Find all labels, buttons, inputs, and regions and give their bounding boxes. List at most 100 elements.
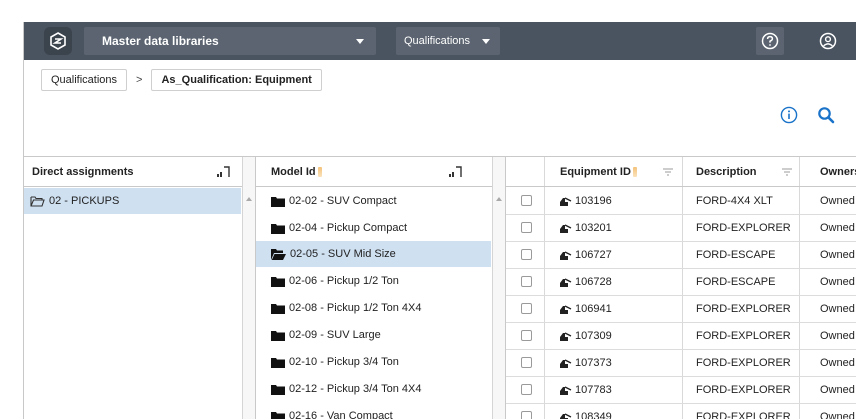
row-checkbox[interactable]: [521, 357, 532, 368]
folder-icon: [271, 303, 285, 314]
direct-assignments-header[interactable]: Direct assignments: [24, 157, 255, 187]
model-label: 02-06 - Pickup 1/2 Ton: [289, 275, 399, 287]
list-item[interactable]: 02-06 - Pickup 1/2 Ton: [256, 268, 491, 294]
description-cell: FORD-EXPLORER: [696, 303, 791, 315]
model-label: 02-02 - SUV Compact: [289, 195, 397, 207]
equipment-grid: Equipment ID Description Ownership 10319…: [506, 156, 856, 419]
app-selector-label: Master data libraries: [102, 34, 219, 48]
list-item[interactable]: 02-10 - Pickup 3/4 Ton: [256, 349, 491, 375]
ownership-header[interactable]: Ownership: [820, 157, 856, 187]
app-selector[interactable]: Master data libraries: [84, 27, 376, 55]
folder-icon: [271, 411, 285, 419]
description-cell: FORD-ESCAPE: [696, 249, 776, 261]
folder-icon: [271, 330, 285, 341]
user-icon: [819, 32, 837, 50]
table-row[interactable]: 107783 FORD-EXPLORER Owned: [506, 377, 856, 404]
list-item[interactable]: 02 - PICKUPS: [24, 188, 241, 214]
table-row[interactable]: 108349 FORD-EXPLORER Owned: [506, 404, 856, 419]
list-item[interactable]: 02-05 - SUV Mid Size: [256, 241, 491, 267]
equipment-icon: [560, 386, 572, 396]
equipment-id-cell: 106727: [560, 242, 612, 269]
breadcrumb: Qualifications > As_Qualification: Equip…: [41, 68, 322, 92]
assignments-scrollbar[interactable]: [242, 157, 255, 419]
ownership-cell: Owned: [820, 276, 855, 288]
logo-icon[interactable]: [44, 27, 72, 55]
folder-open-icon: [30, 196, 45, 207]
assignment-label: 02 - PICKUPS: [49, 195, 120, 207]
model-id-header-label: Model Id: [271, 166, 316, 178]
description-cell: FORD-EXPLORER: [696, 384, 791, 396]
description-cell: FORD-EXPLORER: [696, 357, 791, 369]
filter-icon[interactable]: [663, 168, 673, 176]
list-item[interactable]: 02-02 - SUV Compact: [256, 188, 491, 214]
column-chooser-icon[interactable]: [216, 165, 230, 179]
help-button[interactable]: [756, 27, 784, 55]
search-icon[interactable]: [817, 106, 835, 124]
chevron-down-icon: [482, 39, 490, 44]
scroll-up-icon[interactable]: [496, 197, 502, 201]
folder-icon: [271, 276, 285, 287]
top-bar: Master data libraries Qualifications: [24, 22, 856, 60]
table-row[interactable]: 103201 FORD-EXPLORER Owned: [506, 215, 856, 242]
table-row[interactable]: 106941 FORD-EXPLORER Owned: [506, 296, 856, 323]
row-checkbox[interactable]: [521, 276, 532, 287]
equipment-id-cell: 108349: [560, 404, 612, 419]
table-row[interactable]: 106727 FORD-ESCAPE Owned: [506, 242, 856, 269]
equipment-icon: [560, 305, 572, 315]
list-item[interactable]: 02-09 - SUV Large: [256, 322, 491, 348]
description-cell: FORD-4X4 XLT: [696, 195, 773, 207]
ownership-cell: Owned: [820, 330, 855, 342]
breadcrumb-separator: >: [136, 74, 143, 86]
info-icon[interactable]: [780, 106, 798, 124]
table-row[interactable]: 103196 FORD-4X4 XLT Owned: [506, 188, 856, 215]
filter-icon[interactable]: [782, 168, 792, 176]
breadcrumb-current[interactable]: As_Qualification: Equipment: [151, 69, 322, 91]
folder-icon: [271, 196, 285, 207]
model-id-header[interactable]: Model Id: [256, 157, 505, 187]
help-icon: [761, 32, 779, 50]
sort-indicator-icon: [632, 167, 637, 178]
row-checkbox[interactable]: [521, 330, 532, 341]
model-label: 02-05 - SUV Mid Size: [290, 248, 396, 260]
list-item[interactable]: 02-16 - Van Compact: [256, 403, 491, 419]
equipment-id-header[interactable]: Equipment ID: [560, 157, 680, 187]
app-window: Master data libraries Qualifications Qua…: [23, 22, 856, 419]
scroll-up-icon[interactable]: [246, 197, 252, 201]
ownership-cell: Owned: [820, 195, 855, 207]
ownership-cell: Owned: [820, 249, 855, 261]
description-header[interactable]: Description: [696, 157, 786, 187]
breadcrumb-root[interactable]: Qualifications: [41, 69, 128, 91]
direct-assignments-header-label: Direct assignments: [32, 166, 134, 178]
user-button[interactable]: [814, 27, 842, 55]
row-checkbox[interactable]: [521, 411, 532, 419]
equipment-id-cell: 107373: [560, 350, 612, 377]
table-row[interactable]: 107309 FORD-EXPLORER Owned: [506, 323, 856, 350]
list-item[interactable]: 02-12 - Pickup 3/4 Ton 4X4: [256, 376, 491, 402]
equipment-icon: [560, 224, 572, 234]
description-cell: FORD-ESCAPE: [696, 276, 776, 288]
column-chooser-icon[interactable]: [448, 165, 462, 179]
list-item[interactable]: 02-04 - Pickup Compact: [256, 215, 491, 241]
equipment-id-cell: 106728: [560, 269, 612, 296]
model-scrollbar[interactable]: [492, 157, 505, 419]
equipment-id-header-label: Equipment ID: [560, 166, 631, 178]
equipment-id-cell: 107309: [560, 323, 612, 350]
table-row[interactable]: 106728 FORD-ESCAPE Owned: [506, 269, 856, 296]
row-checkbox[interactable]: [521, 303, 532, 314]
row-checkbox[interactable]: [521, 249, 532, 260]
row-checkbox[interactable]: [521, 222, 532, 233]
folder-icon: [271, 384, 285, 395]
ownership-cell: Owned: [820, 411, 855, 419]
module-selector[interactable]: Qualifications: [396, 27, 500, 55]
equipment-id-cell: 103201: [560, 215, 612, 242]
equipment-icon: [560, 359, 572, 369]
ownership-cell: Owned: [820, 222, 855, 234]
row-checkbox[interactable]: [521, 384, 532, 395]
row-checkbox[interactable]: [521, 195, 532, 206]
equipment-id-cell: 106941: [560, 296, 612, 323]
model-label: 02-10 - Pickup 3/4 Ton: [289, 356, 399, 368]
model-label: 02-12 - Pickup 3/4 Ton 4X4: [289, 383, 422, 395]
list-item[interactable]: 02-08 - Pickup 1/2 Ton 4X4: [256, 295, 491, 321]
module-selector-label: Qualifications: [404, 35, 471, 47]
table-row[interactable]: 107373 FORD-EXPLORER Owned: [506, 350, 856, 377]
